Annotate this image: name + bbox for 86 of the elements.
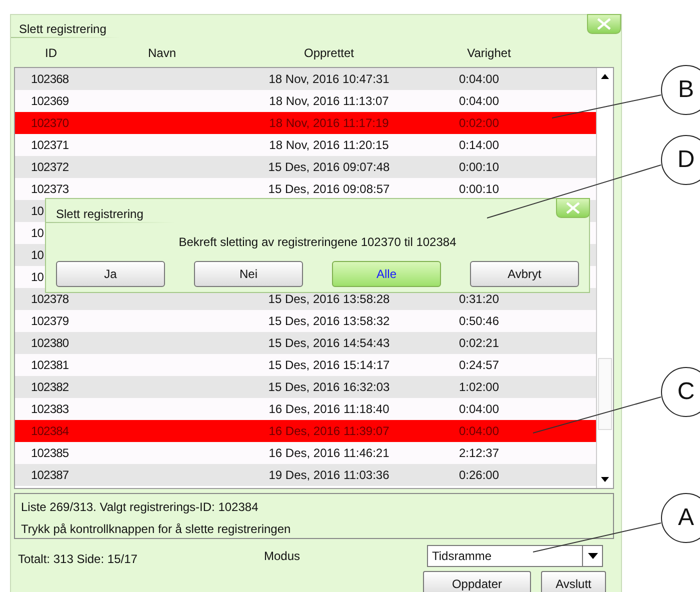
- column-header: Opprettet: [304, 46, 354, 60]
- dialog-message: Bekreft sletting av registreringene 102370 til 102384: [178, 235, 456, 249]
- table-row[interactable]: 102368 18 Nov, 2016 10:47:31 0:04:00: [15, 68, 596, 90]
- table-cell: 2:12:37: [458, 446, 500, 460]
- table-cell: 0:02:00: [458, 116, 500, 130]
- table-cell: 0:04:00: [458, 72, 500, 86]
- dialog-button[interactable]: Nei: [194, 261, 303, 287]
- table-cell: 18 Nov, 2016 10:47:31: [268, 72, 390, 86]
- close-button[interactable]: [556, 198, 590, 218]
- table-row[interactable]: 102385 16 Des, 2016 11:46:21 2:12:37: [15, 442, 596, 464]
- table-cell: 15 Des, 2016 15:14:17: [268, 358, 390, 372]
- dialog-title: Slett registrering: [56, 206, 144, 223]
- table-cell: 16 Des, 2016 11:39:07: [268, 424, 390, 438]
- status-text: Liste 269/313. Valgt registrerings-ID: 102384: [21, 499, 260, 516]
- table-row[interactable]: 102379 15 Des, 2016 13:58:32 0:50:46: [15, 310, 596, 332]
- table-cell: 10: [31, 248, 44, 262]
- table-cell: 1:02:00: [458, 380, 500, 394]
- status-text: Trykk på kontrollknappen for å slette registreringen: [21, 521, 292, 538]
- scrollbar[interactable]: [596, 68, 613, 488]
- table-cell: 102383: [31, 402, 69, 416]
- table-cell: 0:50:46: [458, 314, 500, 328]
- table-cell: 102368: [31, 72, 69, 86]
- table-row[interactable]: 102381 15 Des, 2016 15:14:17 0:24:57: [15, 354, 596, 376]
- dialog-button[interactable]: Alle: [332, 261, 441, 287]
- table-cell: 0:24:57: [458, 358, 500, 372]
- footer-button[interactable]: Avslutt: [541, 571, 606, 592]
- window-title: Slett registrering: [19, 21, 106, 38]
- column-header: Navn: [148, 46, 176, 60]
- table-cell: 102371: [31, 138, 69, 152]
- table-cell: 0:04:00: [458, 94, 500, 108]
- table-cell: 15 Des, 2016 14:54:43: [268, 336, 390, 350]
- mode-label: Modus: [264, 548, 300, 565]
- table-cell: 102382: [31, 380, 69, 394]
- table-cell: 10: [31, 204, 44, 218]
- table-cell: 18 Nov, 2016 11:13:07: [269, 94, 389, 108]
- close-icon: [565, 202, 581, 214]
- table-cell: 0:26:00: [458, 468, 500, 482]
- table-cell: 16 Des, 2016 11:46:21: [268, 446, 390, 460]
- table-cell: 10: [31, 270, 44, 284]
- table-cell: 15 Des, 2016 13:58:32: [268, 314, 390, 328]
- table-cell: 102369: [31, 94, 69, 108]
- table-cell: 102387: [31, 468, 69, 482]
- dialog-button[interactable]: Avbryt: [470, 261, 579, 287]
- table-row[interactable]: 102372 15 Des, 2016 09:07:48 0:00:10: [15, 156, 596, 178]
- table-cell: 102385: [31, 446, 69, 460]
- column-header: ID: [45, 46, 57, 60]
- table-cell: 18 Nov, 2016 11:20:15: [269, 138, 389, 152]
- table-cell: 102380: [31, 336, 69, 350]
- table-cell: 0:04:00: [458, 424, 500, 438]
- table-cell: 102378: [31, 292, 69, 306]
- table-cell: 10: [31, 226, 44, 240]
- table-cell: 16 Des, 2016 11:18:40: [268, 402, 390, 416]
- table-row[interactable]: 102371 18 Nov, 2016 11:20:15 0:14:00: [15, 134, 596, 156]
- table-cell: 19 Des, 2016 11:03:36: [268, 468, 390, 482]
- close-button[interactable]: [587, 14, 621, 34]
- table-cell: 15 Des, 2016 09:07:48: [268, 160, 390, 174]
- close-icon: [596, 18, 612, 30]
- table-row[interactable]: 102383 16 Des, 2016 11:18:40 0:04:00: [15, 398, 596, 420]
- column-header: Varighet: [467, 46, 511, 60]
- table-cell: 0:02:21: [458, 336, 500, 350]
- scrollbar-thumb[interactable]: [598, 358, 612, 430]
- table-cell: 0:00:10: [458, 182, 500, 196]
- footer-button[interactable]: Oppdater: [423, 571, 531, 592]
- table-cell: 102381: [31, 358, 69, 372]
- table-cell: 102384: [31, 424, 69, 438]
- table-cell: 15 Des, 2016 09:08:57: [268, 182, 390, 196]
- table-cell: 102373: [31, 182, 69, 196]
- table-cell: 102370: [31, 116, 69, 130]
- table-cell: 0:14:00: [458, 138, 500, 152]
- table-cell: 0:00:10: [458, 160, 500, 174]
- table-row[interactable]: 102380 15 Des, 2016 14:54:43 0:02:21: [15, 332, 596, 354]
- totals-text: Totalt: 313 Side: 15/17: [18, 551, 138, 568]
- table-row[interactable]: 102387 19 Des, 2016 11:03:36 0:26:00: [15, 464, 596, 486]
- table-cell: 0:04:00: [458, 402, 500, 416]
- table-cell: 102372: [31, 160, 69, 174]
- table-row[interactable]: 102382 15 Des, 2016 16:32:03 1:02:00: [15, 376, 596, 398]
- table-cell: 102379: [31, 314, 69, 328]
- table-cell: 0:31:20: [458, 292, 500, 306]
- dropdown-arrow-icon: [588, 553, 598, 559]
- dialog-button[interactable]: Ja: [56, 261, 165, 287]
- table-cell: 15 Des, 2016 16:32:03: [268, 380, 390, 394]
- table-row[interactable]: 102369 18 Nov, 2016 11:13:07 0:04:00: [15, 90, 596, 112]
- table-cell: 15 Des, 2016 13:58:28: [268, 292, 390, 306]
- mode-dropdown[interactable]: Tidsramme: [427, 545, 603, 567]
- table-row[interactable]: 102373 15 Des, 2016 09:08:57 0:00:10: [15, 178, 596, 200]
- table-cell: 18 Nov, 2016 11:17:19: [269, 116, 389, 130]
